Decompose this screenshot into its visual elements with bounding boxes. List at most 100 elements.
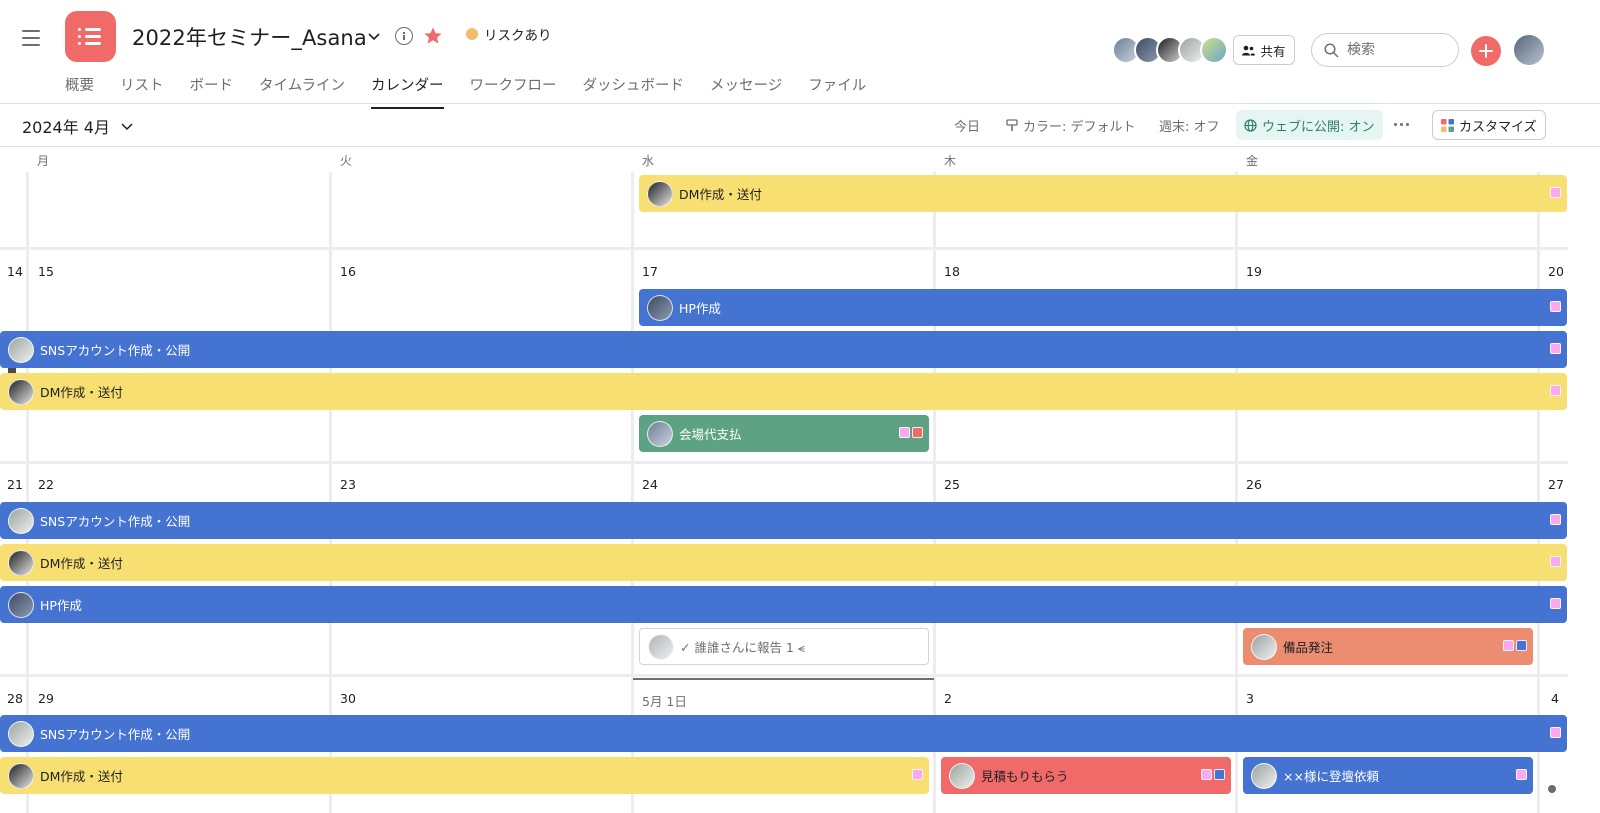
avatar — [8, 549, 34, 576]
event-title: SNSアカウント作成・公開 — [40, 514, 191, 529]
day-number: 17 — [642, 264, 658, 279]
tag-icon — [1214, 769, 1225, 780]
avatar — [647, 420, 673, 447]
avatar[interactable] — [1200, 36, 1228, 64]
today-indicator — [633, 678, 934, 680]
add-button[interactable] — [1471, 36, 1501, 66]
project-status[interactable]: リスクあり — [466, 24, 552, 44]
day-number: 26 — [1246, 477, 1262, 492]
weekday-header: 木 — [944, 154, 957, 168]
color-button[interactable]: カラー: デフォルト — [998, 110, 1144, 140]
tag-icon — [1550, 598, 1561, 609]
event-bar[interactable]: HP作成 — [639, 289, 1567, 326]
avatar — [8, 762, 34, 789]
event-bar[interactable]: 会場代支払 — [639, 415, 929, 452]
avatar — [8, 507, 34, 534]
tag-icon — [1550, 514, 1561, 525]
event-bar[interactable]: ××様に登壇依頼 — [1243, 757, 1533, 794]
chevron-down-icon — [121, 123, 133, 131]
tag-icon — [899, 427, 910, 438]
event-title: HP作成 — [40, 598, 82, 613]
day-number: 4 — [1551, 691, 1559, 706]
star-icon[interactable] — [423, 26, 443, 46]
event-title: 見積もりもらう — [981, 769, 1069, 784]
day-number: 25 — [944, 477, 960, 492]
week-divider — [0, 247, 1568, 250]
search-input[interactable] — [1347, 42, 1442, 58]
search-box[interactable] — [1311, 33, 1459, 67]
status-dot-icon — [466, 28, 478, 40]
event-title: 会場代支払 — [679, 427, 742, 442]
event-title: DM作成・送付 — [40, 769, 123, 784]
event-bar[interactable]: SNSアカウント作成・公開 — [0, 715, 1567, 752]
avatar — [1251, 633, 1277, 660]
day-number: 14 — [7, 264, 23, 279]
event-bar[interactable]: DM作成・送付 — [0, 757, 929, 794]
event-title: SNSアカウント作成・公開 — [40, 343, 191, 358]
tag-icon — [1516, 640, 1527, 651]
share-button[interactable]: 共有 — [1233, 35, 1295, 65]
month-selector[interactable]: 2024年 4月 — [22, 114, 134, 138]
tag-icon — [912, 427, 923, 438]
avatar — [8, 720, 34, 747]
day-number: 21 — [7, 477, 23, 492]
user-avatar[interactable] — [1514, 35, 1544, 65]
tag-icon — [912, 769, 923, 780]
customize-button[interactable]: カスタマイズ — [1432, 110, 1546, 140]
day-number: 20 — [1548, 264, 1564, 279]
avatar — [8, 591, 34, 618]
day-number: 28 — [7, 691, 23, 706]
member-avatars[interactable] — [1112, 36, 1228, 64]
more-events-dot[interactable] — [1548, 785, 1556, 793]
customize-label: カスタマイズ — [1459, 119, 1537, 135]
event-bar[interactable]: 見積もりもらう — [941, 757, 1231, 794]
event-bar-completed[interactable]: ✓ 誰誰さんに報告 1 ⪪ — [639, 628, 929, 665]
more-options-icon[interactable] — [1394, 123, 1409, 126]
event-title: DM作成・送付 — [40, 385, 123, 400]
share-label: 共有 — [1260, 43, 1286, 59]
event-bar[interactable]: 備品発注 — [1243, 628, 1533, 665]
event-bar[interactable]: DM作成・送付 — [639, 175, 1567, 212]
publish-button[interactable]: ウェブに公開: オン — [1236, 110, 1383, 140]
project-title[interactable]: 2022年セミナー_Asana — [132, 22, 367, 52]
event-bar[interactable]: SNSアカウント作成・公開 — [0, 331, 1567, 368]
day-number: 16 — [340, 264, 356, 279]
day-number: 2 — [944, 691, 952, 706]
event-title: 備品発注 — [1283, 640, 1334, 655]
avatar — [949, 762, 975, 789]
tag-icon — [1550, 301, 1561, 312]
day-number: 23 — [340, 477, 356, 492]
avatar — [648, 633, 674, 660]
event-bar[interactable]: DM作成・送付 — [0, 544, 1567, 581]
tag-icon — [1550, 343, 1561, 354]
event-title: SNSアカウント作成・公開 — [40, 727, 191, 742]
publish-label: ウェブに公開: オン — [1262, 119, 1375, 135]
day-number: 29 — [38, 691, 54, 706]
event-title: DM作成・送付 — [679, 187, 762, 202]
tag-icon — [1550, 385, 1561, 396]
event-bar[interactable]: DM作成・送付 — [0, 373, 1567, 410]
status-label: リスクあり — [484, 28, 552, 44]
chevron-down-icon[interactable] — [366, 28, 382, 44]
toolbar-divider — [0, 146, 1600, 147]
event-title: ××様に登壇依頼 — [1283, 769, 1379, 784]
week-divider — [0, 674, 1568, 677]
avatar — [647, 294, 673, 321]
weekday-header: 火 — [340, 154, 353, 168]
day-number: 19 — [1246, 264, 1262, 279]
avatar — [647, 180, 673, 207]
event-bar[interactable]: HP作成 — [0, 586, 1567, 623]
sidebar-toggle-icon[interactable] — [22, 30, 40, 46]
day-number: 15 — [38, 264, 54, 279]
month-label: 2024年 4月 — [22, 118, 110, 137]
today-button[interactable]: 今日 — [946, 110, 988, 140]
event-title: ✓ 誰誰さんに報告 1 ⪪ — [680, 640, 805, 655]
project-icon — [65, 11, 116, 62]
day-number: 22 — [38, 477, 54, 492]
tag-icon — [1550, 187, 1561, 198]
tag-icon — [1201, 769, 1212, 780]
info-icon[interactable] — [395, 27, 413, 45]
weekend-button[interactable]: 週末: オフ — [1151, 110, 1228, 140]
event-title: DM作成・送付 — [40, 556, 123, 571]
event-bar[interactable]: SNSアカウント作成・公開 — [0, 502, 1567, 539]
